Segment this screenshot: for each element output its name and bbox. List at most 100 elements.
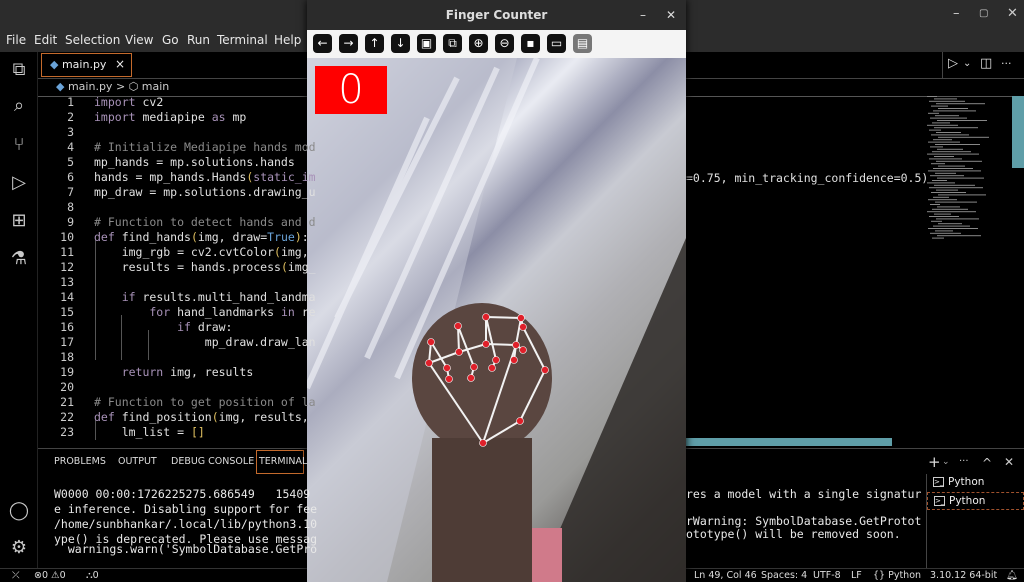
code-token: if [94, 290, 136, 304]
minimap-line [929, 100, 965, 102]
line-number: 9 [67, 215, 74, 229]
horizontal-scrollbar[interactable] [686, 438, 892, 446]
run-python-button[interactable]: ▷ [948, 56, 958, 71]
encoding[interactable]: UTF-8 [813, 570, 841, 581]
landmark-connection [458, 343, 487, 353]
code-token: : [301, 230, 309, 244]
minimap-line [937, 206, 960, 208]
errors-indicator[interactable]: ⊗0 ⚠0 [34, 570, 66, 581]
run-debug-icon[interactable]: ▷ [8, 172, 30, 194]
line-number: 7 [67, 185, 74, 199]
up-button[interactable]: ↑ [365, 34, 384, 53]
code-token: ( [274, 245, 281, 259]
zoom-out-button[interactable]: ⊖ [495, 34, 514, 53]
forward-button[interactable]: → [339, 34, 358, 53]
tab-terminal[interactable]: TERMINAL [259, 456, 307, 467]
code-line: mp_hands = mp.solutions.hands [94, 155, 295, 169]
notifications-icon[interactable]: 🔔︎ [1006, 570, 1018, 581]
indentation[interactable]: Spaces: 4 [761, 570, 807, 581]
code-line: img_rgb = cv2.cvtColor(img, [94, 245, 309, 259]
end-of-line[interactable]: LF [851, 570, 862, 581]
image-search-button[interactable]: ⧉ [443, 34, 462, 53]
line-number: 18 [60, 350, 74, 364]
minimap-line [935, 144, 980, 145]
zoom-in-button[interactable]: ⊕ [469, 34, 488, 53]
menu-help[interactable]: Help [274, 33, 301, 47]
python-interpreter[interactable]: 3.10.12 64-bit [930, 570, 997, 581]
account-icon[interactable]: ◯ [8, 500, 30, 522]
terminal-instance[interactable]: >_ Python [927, 492, 1024, 510]
files-icon[interactable]: ⧉ [8, 59, 30, 81]
image-toolbar: ← → ↑ ↓ ▣ ⧉ ⊕ ⊖ ▪ ▭ ▤ [307, 30, 686, 58]
menu-edit[interactable]: Edit [34, 33, 57, 47]
terminal-instance[interactable]: >_ Python [927, 474, 1024, 492]
code-token: def [94, 410, 115, 424]
code-token: import [94, 95, 136, 109]
image-button[interactable]: ▣ [417, 34, 436, 53]
source-control-icon[interactable]: ⑂ [8, 134, 30, 156]
minimap[interactable] [925, 96, 1010, 246]
tab-main-py[interactable]: ◆ main.py × [41, 53, 132, 77]
landmark-point [482, 313, 490, 321]
tab-output[interactable]: OUTPUT [118, 456, 157, 467]
gear-icon[interactable]: ⚙ [8, 537, 30, 559]
menu-view[interactable]: View [125, 33, 153, 47]
minimap-line [929, 216, 959, 217]
minimap-line [927, 153, 979, 155]
down-button[interactable]: ↓ [391, 34, 410, 53]
extensions-icon[interactable]: ⊞ [8, 210, 30, 232]
close-panel-button[interactable]: ✕ [1004, 455, 1014, 469]
restore-button[interactable]: ▢ [979, 8, 988, 19]
tab-problems[interactable]: PROBLEMS [54, 456, 106, 467]
landmark-point [427, 338, 435, 346]
minimap-line [929, 129, 941, 131]
minimap-line [927, 124, 958, 126]
menu-terminal[interactable]: Terminal [217, 33, 268, 47]
code-line: def find_hands(img, draw=True): [94, 230, 309, 244]
breadcrumb-file[interactable]: main.py [68, 80, 112, 93]
menu-go[interactable]: Go [162, 33, 179, 47]
language-mode[interactable]: {} Python [873, 570, 921, 581]
search-icon[interactable]: ⌕ [8, 95, 30, 117]
minimap-line [930, 146, 943, 148]
landmark-point [445, 375, 453, 383]
new-terminal-button[interactable]: + [928, 453, 941, 471]
close-button[interactable]: ✕ [1007, 6, 1018, 21]
code-line: lm_list = [] [94, 425, 205, 439]
remote-icon[interactable]: ⤫ [12, 570, 20, 581]
landmark-point [488, 364, 496, 372]
code-token: img, draw= [197, 230, 268, 244]
terminal-profile-chevron-icon[interactable]: ⌄ [942, 457, 950, 467]
breadcrumb-symbol[interactable]: main [142, 80, 169, 93]
code-token: hand_landmarks [170, 305, 281, 319]
testing-icon[interactable]: ⚗ [8, 248, 30, 270]
back-button[interactable]: ← [313, 34, 332, 53]
properties-button[interactable]: ▤ [573, 34, 592, 53]
minimap-line [932, 180, 947, 181]
line-number: 16 [60, 320, 74, 334]
menu-selection[interactable]: Selection [65, 33, 120, 47]
run-menu-chevron-icon[interactable]: ⌄ [963, 58, 971, 69]
cursor-position[interactable]: Ln 49, Col 46 [694, 570, 757, 581]
menu-file[interactable]: File [6, 33, 26, 47]
minimize-button[interactable]: – [953, 6, 960, 21]
minimap-line [933, 225, 970, 227]
menu-run[interactable]: Run [187, 33, 210, 47]
panel-more-button[interactable]: ··· [959, 456, 969, 467]
terminal-line: e inference. Disabling support for fee [54, 502, 318, 516]
symbol-icon: ⬡ [128, 80, 139, 93]
save-button[interactable]: ▪ [521, 34, 540, 53]
window-title-bar[interactable]: Finger Counter – ✕ [307, 0, 686, 30]
ports-indicator[interactable]: ⛬0 [86, 570, 99, 581]
vertical-scrollbar[interactable] [1012, 96, 1024, 168]
more-actions-button[interactable]: ··· [1001, 57, 1012, 70]
landmark-point [519, 323, 527, 331]
minimize-button[interactable]: – [640, 0, 646, 30]
clipboard-button[interactable]: ▭ [547, 34, 566, 53]
line-number: 21 [60, 395, 74, 409]
maximize-panel-button[interactable]: ^ [982, 456, 992, 470]
close-button[interactable]: ✕ [666, 0, 676, 30]
tab-close-icon[interactable]: × [115, 57, 125, 71]
split-editor-button[interactable]: ◫ [980, 56, 992, 71]
tab-debug-console[interactable]: DEBUG CONSOLE [171, 456, 254, 467]
